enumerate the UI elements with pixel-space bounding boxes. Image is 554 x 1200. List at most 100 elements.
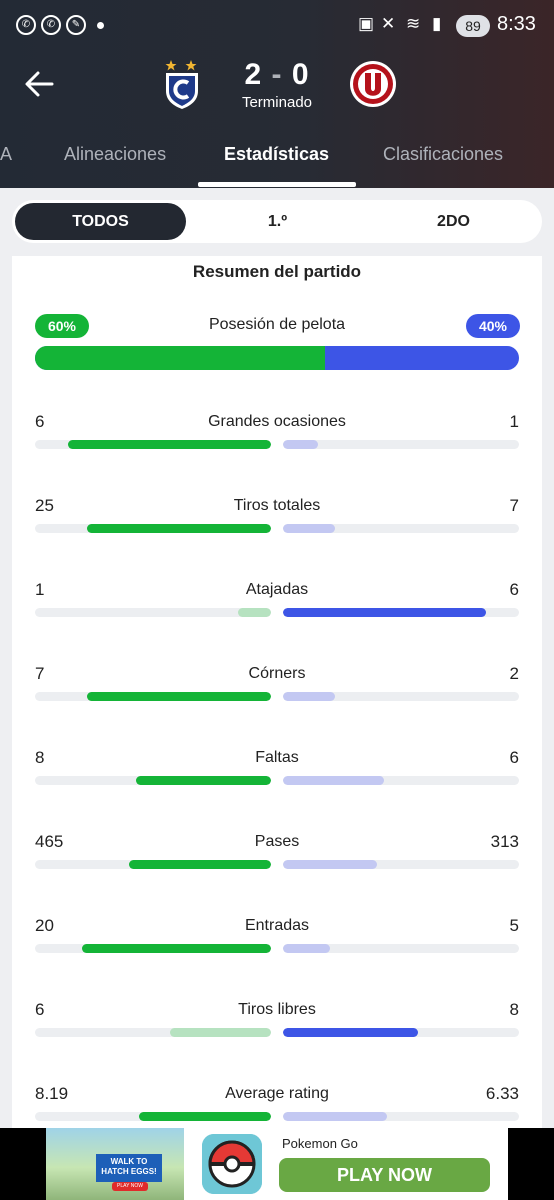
back-arrow-icon[interactable] — [22, 66, 58, 102]
stat-away-value: 6 — [509, 580, 519, 599]
app-notification-icon: ✎ — [66, 15, 86, 35]
stat-away-bar-track — [283, 1028, 519, 1037]
stat-away-value: 6.33 — [485, 1084, 519, 1103]
period-selector: TODOS 1.º 2DO — [12, 200, 542, 243]
stat-row: 1 Atajadas 6 — [0, 580, 554, 640]
ad-play-now-button[interactable]: PLAY NOW — [279, 1158, 490, 1192]
home-possession-fill — [35, 346, 326, 370]
ad-title: Pokemon Go — [282, 1136, 358, 1151]
ad-image-button[interactable]: PLAY NOW — [112, 1182, 148, 1191]
stat-label: Pases — [254, 833, 300, 850]
score-separator: - — [271, 58, 283, 91]
home-possession-badge: 60% — [35, 314, 89, 338]
stat-home-bar-track — [35, 692, 271, 701]
stat-home-bar-fill — [68, 440, 271, 449]
stat-row: 7 Córners 2 — [0, 664, 554, 724]
status-bar: ✆ ✆ ✎ ▣ ✕ ≋ ▮ 89 8:33 — [0, 0, 554, 52]
pokeball-app-icon[interactable] — [202, 1134, 262, 1194]
match-status: Terminado — [241, 94, 313, 111]
stat-home-value: 6 — [35, 1000, 45, 1019]
away-score: 0 — [291, 58, 310, 91]
stat-away-bar-track — [283, 1112, 519, 1121]
stat-home-bar-fill — [86, 692, 271, 701]
stat-away-bar-fill — [283, 860, 378, 869]
stat-home-bar-track — [35, 440, 271, 449]
period-first-half-button[interactable]: 1.º — [192, 203, 363, 240]
stat-home-bar-track — [35, 524, 271, 533]
match-header: ✆ ✆ ✎ ▣ ✕ ≋ ▮ 89 8:33 2 - 0 Terminado A … — [0, 0, 554, 188]
stat-home-value: 6 — [35, 412, 45, 431]
home-team-crest-icon[interactable] — [158, 58, 206, 110]
summary-title: Resumen del partido — [192, 262, 362, 281]
tab-previous[interactable]: A — [0, 144, 12, 165]
stat-home-bar-track — [35, 944, 271, 953]
away-team-crest-icon[interactable] — [349, 58, 397, 110]
stat-home-bar-fill — [82, 944, 271, 953]
ad-banner-container: WALK TO HATCH EGGS! PLAY NOW Pokemon Go … — [0, 1128, 554, 1200]
stat-home-bar-track — [35, 608, 271, 617]
stat-away-bar-fill — [283, 1028, 418, 1037]
stat-home-bar-fill — [86, 524, 271, 533]
period-second-half-button[interactable]: 2DO — [368, 203, 539, 240]
stat-away-bar-track — [283, 608, 519, 617]
stat-away-bar-fill — [283, 944, 331, 953]
stat-label: Atajadas — [245, 581, 309, 598]
stat-away-bar-track — [283, 692, 519, 701]
stat-home-value: 20 — [35, 916, 54, 935]
stat-row: 6 Grandes ocasiones 1 — [0, 412, 554, 472]
stat-away-value: 7 — [509, 496, 519, 515]
active-tab-indicator — [198, 182, 356, 187]
ad-banner[interactable]: WALK TO HATCH EGGS! PLAY NOW Pokemon Go … — [46, 1128, 508, 1200]
lock-icon: ▣ — [358, 14, 375, 33]
whatsapp-icon: ✆ — [16, 15, 36, 35]
match-score: 2 - 0 — [230, 58, 324, 92]
stat-away-bar-track — [283, 776, 519, 785]
stat-home-value: 8.19 — [35, 1084, 69, 1103]
stat-home-value: 8 — [35, 748, 45, 767]
tab-bar: A Alineaciones Estadísticas Clasificacio… — [0, 130, 554, 188]
ad-image[interactable]: WALK TO HATCH EGGS! PLAY NOW — [46, 1128, 184, 1200]
clock: 8:33 — [497, 13, 536, 35]
stat-home-bar-fill — [169, 1028, 271, 1037]
stat-home-bar-track — [35, 1028, 271, 1037]
stat-away-value: 8 — [509, 1000, 519, 1019]
away-possession-badge: 40% — [466, 314, 520, 338]
stat-away-value: 313 — [490, 832, 519, 851]
stat-row: 465 Pases 313 — [0, 832, 554, 892]
stat-label: Average rating — [225, 1085, 329, 1102]
stat-label: Entradas — [244, 917, 310, 934]
stat-away-bar-fill — [283, 1112, 387, 1121]
tab-statistics[interactable]: Estadísticas — [224, 144, 329, 165]
possession-bar — [35, 346, 519, 370]
stat-away-value: 2 — [509, 664, 519, 683]
stat-away-bar-fill — [283, 776, 385, 785]
stat-home-value: 25 — [35, 496, 54, 515]
stat-away-bar-track — [283, 860, 519, 869]
tab-standings[interactable]: Clasificaciones — [383, 144, 503, 165]
stat-away-bar-fill — [283, 692, 335, 701]
stat-row: 8 Faltas 6 — [0, 748, 554, 808]
stat-row: 25 Tiros totales 7 — [0, 496, 554, 556]
stat-row: 6 Tiros libres 8 — [0, 1000, 554, 1060]
stat-away-value: 5 — [509, 916, 519, 935]
period-all-button[interactable]: TODOS — [15, 203, 186, 240]
stat-home-value: 465 — [35, 832, 64, 851]
ad-image-text: WALK TO HATCH EGGS! — [96, 1154, 162, 1182]
whatsapp-icon: ✆ — [41, 15, 61, 35]
stat-away-bar-fill — [283, 608, 486, 617]
stat-away-bar-track — [283, 944, 519, 953]
wifi-icon: ≋ — [406, 14, 421, 33]
signal-icon: ▮ — [432, 14, 442, 33]
stat-away-bar-track — [283, 440, 519, 449]
stat-home-value: 7 — [35, 664, 45, 683]
stat-home-bar-track — [35, 1112, 271, 1121]
stat-label: Tiros totales — [233, 497, 321, 514]
stat-away-bar-fill — [283, 440, 319, 449]
stat-away-bar-fill — [283, 524, 335, 533]
stat-away-bar-track — [283, 524, 519, 533]
notification-dot-icon — [97, 22, 104, 29]
stat-home-bar-fill — [138, 1112, 271, 1121]
tab-lineups[interactable]: Alineaciones — [64, 144, 166, 165]
home-score: 2 — [244, 58, 263, 91]
stat-home-value: 1 — [35, 580, 45, 599]
